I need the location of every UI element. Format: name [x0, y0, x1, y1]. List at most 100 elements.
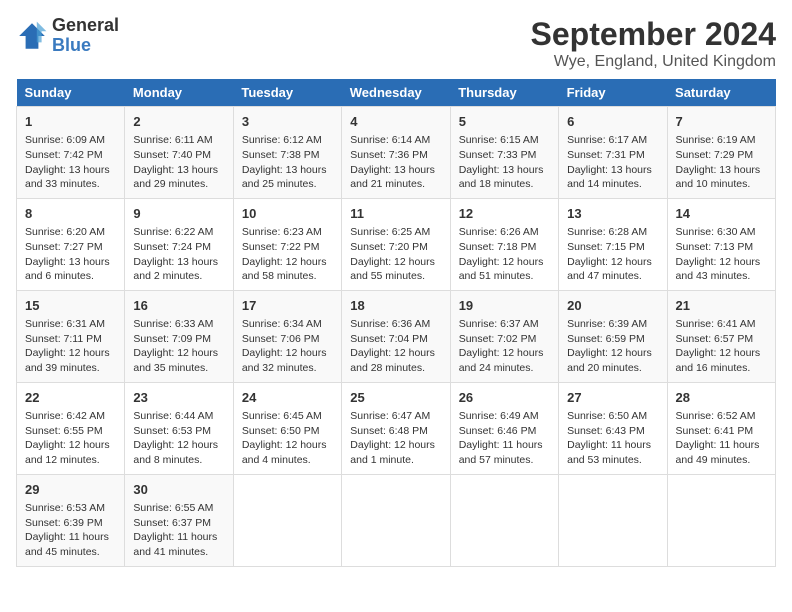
logo-text: General Blue [52, 16, 119, 56]
day-info-line: and 8 minutes. [133, 453, 224, 468]
day-info-line: Daylight: 12 hours [25, 438, 116, 453]
day-info-line: Sunset: 7:42 PM [25, 148, 116, 163]
day-cell: 13Sunrise: 6:28 AMSunset: 7:15 PMDayligh… [559, 198, 667, 290]
day-info-line: Daylight: 13 hours [459, 163, 550, 178]
week-row-3: 15Sunrise: 6:31 AMSunset: 7:11 PMDayligh… [17, 290, 776, 382]
day-number: 30 [133, 481, 224, 499]
calendar-header-row: SundayMondayTuesdayWednesdayThursdayFrid… [17, 79, 776, 107]
day-info-line: Sunrise: 6:50 AM [567, 409, 658, 424]
day-info-line: Sunrise: 6:34 AM [242, 317, 333, 332]
day-info-line: Sunset: 7:31 PM [567, 148, 658, 163]
day-info-line: Daylight: 12 hours [350, 438, 441, 453]
logo-line1: General [52, 16, 119, 36]
day-number: 15 [25, 297, 116, 315]
day-info-line: Daylight: 13 hours [133, 163, 224, 178]
day-info-line: Sunrise: 6:36 AM [350, 317, 441, 332]
day-info-line: Daylight: 12 hours [459, 346, 550, 361]
day-info-line: Sunset: 7:33 PM [459, 148, 550, 163]
day-info-line: Daylight: 12 hours [133, 438, 224, 453]
day-info-line: and 10 minutes. [676, 177, 767, 192]
day-info-line: and 29 minutes. [133, 177, 224, 192]
day-info-line: Sunset: 6:41 PM [676, 424, 767, 439]
column-header-tuesday: Tuesday [233, 79, 341, 107]
day-cell: 14Sunrise: 6:30 AMSunset: 7:13 PMDayligh… [667, 198, 775, 290]
day-info-line: Daylight: 12 hours [676, 255, 767, 270]
column-header-wednesday: Wednesday [342, 79, 450, 107]
day-cell [667, 474, 775, 566]
week-row-4: 22Sunrise: 6:42 AMSunset: 6:55 PMDayligh… [17, 382, 776, 474]
day-info-line: Daylight: 11 hours [25, 530, 116, 545]
day-cell: 1Sunrise: 6:09 AMSunset: 7:42 PMDaylight… [17, 107, 125, 199]
day-info-line: Sunrise: 6:41 AM [676, 317, 767, 332]
day-cell [233, 474, 341, 566]
day-info-line: Sunset: 6:39 PM [25, 516, 116, 531]
day-info-line: and 14 minutes. [567, 177, 658, 192]
day-info-line: Daylight: 13 hours [567, 163, 658, 178]
day-number: 17 [242, 297, 333, 315]
day-info-line: and 4 minutes. [242, 453, 333, 468]
day-info-line: and 28 minutes. [350, 361, 441, 376]
day-cell: 12Sunrise: 6:26 AMSunset: 7:18 PMDayligh… [450, 198, 558, 290]
day-info-line: Sunset: 7:18 PM [459, 240, 550, 255]
day-info-line: Daylight: 12 hours [25, 346, 116, 361]
day-cell: 3Sunrise: 6:12 AMSunset: 7:38 PMDaylight… [233, 107, 341, 199]
day-cell: 28Sunrise: 6:52 AMSunset: 6:41 PMDayligh… [667, 382, 775, 474]
day-number: 28 [676, 389, 767, 407]
day-info-line: and 49 minutes. [676, 453, 767, 468]
day-cell: 19Sunrise: 6:37 AMSunset: 7:02 PMDayligh… [450, 290, 558, 382]
day-number: 7 [676, 113, 767, 131]
day-info-line: Daylight: 13 hours [676, 163, 767, 178]
day-cell: 8Sunrise: 6:20 AMSunset: 7:27 PMDaylight… [17, 198, 125, 290]
day-info-line: Sunrise: 6:23 AM [242, 225, 333, 240]
day-cell [559, 474, 667, 566]
day-info-line: Sunrise: 6:11 AM [133, 133, 224, 148]
day-cell: 4Sunrise: 6:14 AMSunset: 7:36 PMDaylight… [342, 107, 450, 199]
day-info-line: Sunset: 6:43 PM [567, 424, 658, 439]
day-info-line: Sunset: 6:46 PM [459, 424, 550, 439]
day-info-line: and 55 minutes. [350, 269, 441, 284]
day-info-line: Sunset: 6:48 PM [350, 424, 441, 439]
day-info-line: Sunrise: 6:28 AM [567, 225, 658, 240]
day-info-line: and 1 minute. [350, 453, 441, 468]
day-number: 21 [676, 297, 767, 315]
day-info-line: Sunrise: 6:20 AM [25, 225, 116, 240]
day-info-line: and 53 minutes. [567, 453, 658, 468]
day-info-line: Sunrise: 6:55 AM [133, 501, 224, 516]
logo: General Blue [16, 16, 119, 56]
column-header-friday: Friday [559, 79, 667, 107]
day-info-line: Sunset: 6:55 PM [25, 424, 116, 439]
day-cell: 11Sunrise: 6:25 AMSunset: 7:20 PMDayligh… [342, 198, 450, 290]
day-info-line: Sunrise: 6:19 AM [676, 133, 767, 148]
day-info-line: Sunrise: 6:30 AM [676, 225, 767, 240]
day-cell: 2Sunrise: 6:11 AMSunset: 7:40 PMDaylight… [125, 107, 233, 199]
day-info-line: Sunset: 7:06 PM [242, 332, 333, 347]
day-info-line: Daylight: 13 hours [25, 163, 116, 178]
day-info-line: and 39 minutes. [25, 361, 116, 376]
day-info-line: Sunrise: 6:39 AM [567, 317, 658, 332]
day-info-line: and 35 minutes. [133, 361, 224, 376]
day-info-line: Daylight: 12 hours [676, 346, 767, 361]
day-info-line: Sunrise: 6:26 AM [459, 225, 550, 240]
header: General Blue September 2024 Wye, England… [16, 16, 776, 71]
day-info-line: Daylight: 12 hours [242, 255, 333, 270]
day-number: 13 [567, 205, 658, 223]
column-header-monday: Monday [125, 79, 233, 107]
day-info-line: Sunset: 7:02 PM [459, 332, 550, 347]
day-number: 14 [676, 205, 767, 223]
day-info-line: Sunrise: 6:22 AM [133, 225, 224, 240]
logo-line2: Blue [52, 36, 119, 56]
day-info-line: Sunrise: 6:53 AM [25, 501, 116, 516]
day-info-line: Sunset: 7:38 PM [242, 148, 333, 163]
day-info-line: Sunrise: 6:47 AM [350, 409, 441, 424]
day-info-line: Sunset: 7:24 PM [133, 240, 224, 255]
day-info-line: and 33 minutes. [25, 177, 116, 192]
day-info-line: Daylight: 11 hours [133, 530, 224, 545]
main-title: September 2024 [531, 16, 776, 53]
day-number: 8 [25, 205, 116, 223]
day-info-line: Sunset: 6:50 PM [242, 424, 333, 439]
day-info-line: Sunrise: 6:42 AM [25, 409, 116, 424]
day-info-line: Daylight: 11 hours [676, 438, 767, 453]
day-cell: 9Sunrise: 6:22 AMSunset: 7:24 PMDaylight… [125, 198, 233, 290]
day-info-line: Daylight: 11 hours [459, 438, 550, 453]
day-number: 19 [459, 297, 550, 315]
